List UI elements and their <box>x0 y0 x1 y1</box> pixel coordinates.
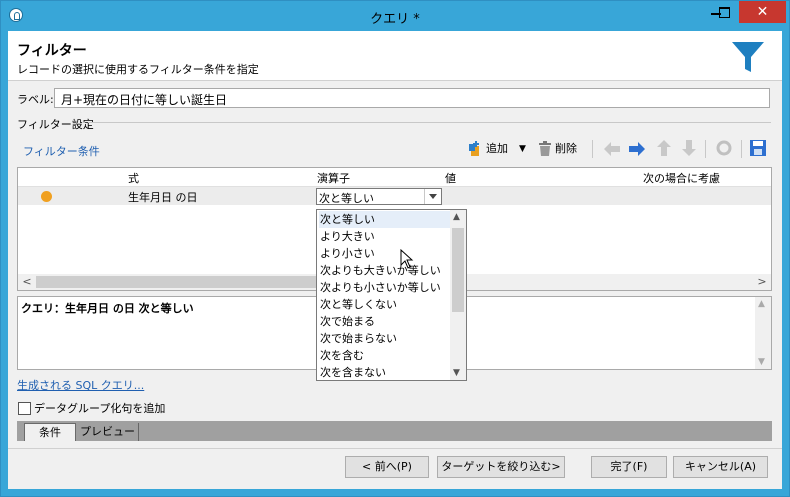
dropdown-option[interactable]: 次を含まない <box>319 364 450 380</box>
filter-toolbar: フィルター条件 追加 ▼ 削除 <box>17 136 772 162</box>
vertical-scrollbar[interactable]: ▲ ▼ <box>755 297 771 369</box>
delete-button[interactable]: 削除 <box>538 139 586 159</box>
scroll-right-icon[interactable]: > <box>755 275 769 289</box>
table-row[interactable]: 生年月日 の日 次と等しい <box>18 187 771 205</box>
toolbar-divider <box>705 140 706 158</box>
label-caption: ラベル: <box>17 93 54 106</box>
dropdown-option[interactable]: より小さい <box>319 245 450 262</box>
save-icon[interactable] <box>750 140 766 156</box>
maximize-button[interactable] <box>719 1 739 23</box>
window-title: クエリ * <box>370 12 420 27</box>
add-icon <box>469 141 479 156</box>
add-label: 追加 <box>486 142 508 155</box>
close-icon: ✕ <box>756 4 769 20</box>
column-header-consider-if[interactable]: 次の場合に考慮 <box>643 170 720 186</box>
operator-select[interactable]: 次と等しい <box>316 188 442 205</box>
scroll-up-icon[interactable]: ▲ <box>453 212 460 222</box>
delete-label: 削除 <box>555 142 577 155</box>
tab-preview[interactable]: プレビュー <box>77 423 139 441</box>
grid-header: 式 演算子 値 次の場合に考慮 <box>18 168 771 187</box>
cancel-button[interactable]: キャンセル(A) <box>673 456 768 478</box>
dropdown-option[interactable]: 次で始まる <box>319 313 450 330</box>
row-expression[interactable]: 生年月日 の日 <box>128 189 198 205</box>
mouse-cursor-icon <box>400 249 414 269</box>
toolbar-divider <box>741 140 742 158</box>
arrow-up-icon[interactable] <box>657 140 671 156</box>
page-title: フィルター <box>17 43 87 59</box>
scroll-up-icon[interactable]: ▲ <box>758 299 765 309</box>
dropdown-scrollbar[interactable]: ▲ ▼ <box>450 210 466 380</box>
tab-conditions[interactable]: 条件 <box>24 423 76 441</box>
scroll-left-icon[interactable]: < <box>20 275 34 289</box>
scroll-down-icon[interactable]: ▼ <box>453 368 460 378</box>
data-grouping-checkbox[interactable] <box>18 402 31 415</box>
tab-bar: 条件 プレビュー <box>17 421 772 441</box>
dropdown-option[interactable]: 次と等しい <box>319 211 450 228</box>
query-window: クエリ * ✕ フィルター レコードの選択に使用するフィルター条件を指定 ラベル… <box>0 0 790 497</box>
status-dot-icon <box>41 191 52 202</box>
dialog-header: フィルター レコードの選択に使用するフィルター条件を指定 <box>8 31 782 79</box>
data-grouping-label: データグループ化句を追加 <box>34 402 166 415</box>
dropdown-option[interactable]: 次を含む <box>319 347 450 364</box>
scroll-down-icon[interactable]: ▼ <box>758 357 765 367</box>
toolbar-divider <box>592 140 593 158</box>
page-subtitle: レコードの選択に使用するフィルター条件を指定 <box>17 63 259 76</box>
funnel-icon <box>732 42 764 72</box>
dropdown-option[interactable]: 次よりも小さいか等しい <box>319 279 450 296</box>
close-button[interactable]: ✕ <box>739 1 786 23</box>
column-header-expression[interactable]: 式 <box>128 170 139 186</box>
operator-dropdown[interactable]: 次と等しい より大きい より小さい 次よりも大きいか等しい 次よりも小さいか等し… <box>316 209 467 381</box>
title-bar[interactable]: クエリ * ✕ <box>1 1 789 31</box>
query-text: クエリ：生年月日 の日 次と等しい <box>21 302 194 315</box>
filter-conditions-title: フィルター条件 <box>23 145 100 158</box>
label-input[interactable]: 月+現在の日付に等しい誕生日 <box>54 88 770 108</box>
maximize-icon <box>719 7 730 18</box>
delete-icon <box>539 141 551 156</box>
column-header-operator[interactable]: 演算子 <box>317 170 350 186</box>
refresh-icon[interactable] <box>716 140 732 156</box>
dropdown-option[interactable]: 次よりも大きいか等しい <box>319 262 450 279</box>
operator-select-value: 次と等しい <box>319 192 374 205</box>
finish-button[interactable]: 完了(F) <box>591 456 667 478</box>
chevron-down-icon: ▼ <box>519 144 526 154</box>
narrow-target-button[interactable]: ターゲットを絞り込む> <box>437 456 565 478</box>
arrow-left-icon[interactable] <box>604 142 620 156</box>
sql-query-link[interactable]: 生成される SQL クエリ... <box>17 377 144 393</box>
arrow-right-icon[interactable] <box>629 142 645 156</box>
filter-settings-label: フィルター設定 <box>17 118 94 131</box>
dialog-body: フィルター レコードの選択に使用するフィルター条件を指定 ラベル: 月+現在の日… <box>8 31 782 489</box>
column-header-value[interactable]: 値 <box>445 170 456 186</box>
chevron-down-icon[interactable] <box>424 189 441 204</box>
footer-divider <box>8 448 782 449</box>
arrow-down-icon[interactable] <box>682 140 696 156</box>
group-divider <box>88 122 771 123</box>
dropdown-option[interactable]: 次と等しくない <box>319 296 450 313</box>
prev-button[interactable]: < 前へ(P) <box>345 456 429 478</box>
scrollbar-thumb[interactable] <box>452 228 464 312</box>
dropdown-option[interactable]: 次で始まらない <box>319 330 450 347</box>
add-button[interactable]: 追加 ▼ <box>467 139 533 159</box>
dropdown-option[interactable]: より大きい <box>319 228 450 245</box>
